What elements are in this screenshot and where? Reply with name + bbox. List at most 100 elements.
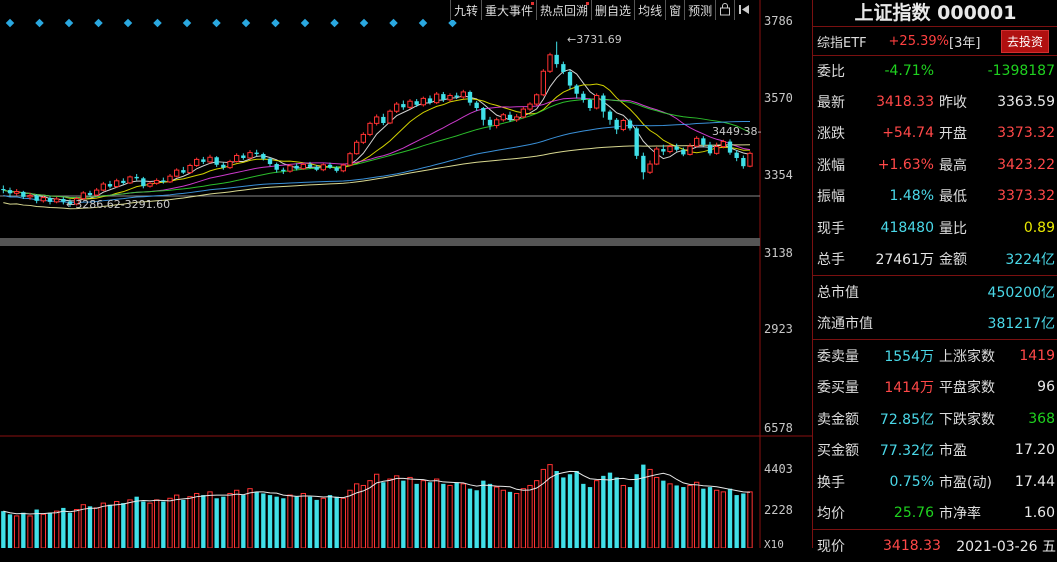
quote-row: 涨幅 +1.63% 最高 3423.22	[813, 149, 1057, 181]
volume-bar	[134, 496, 139, 548]
volume-bar	[474, 490, 479, 548]
remove-watchlist-button[interactable]: 删自选	[591, 0, 634, 20]
footer-row: 现价 3418.33 2021-03-26 五	[813, 530, 1057, 562]
candle-body	[347, 153, 353, 166]
quote-value: 418480	[880, 219, 934, 236]
candle-body	[747, 152, 753, 167]
candle-body	[167, 175, 173, 183]
volume-bar	[447, 484, 453, 548]
volume-bar	[687, 484, 693, 548]
moving-average-button[interactable]: 均线	[634, 0, 665, 20]
volume-bar	[514, 492, 520, 548]
volume-bar	[527, 484, 533, 548]
current-annotation: 3449.38-	[712, 125, 762, 138]
forecast-button[interactable]: 预测	[684, 0, 715, 20]
breadth-value: 1414万	[884, 380, 934, 397]
volume-bar	[181, 499, 186, 548]
breadth-value: 0.75%	[889, 473, 934, 490]
volume-bar	[247, 488, 253, 548]
candle-body	[201, 159, 206, 162]
candle-body	[494, 119, 500, 126]
candle-body	[467, 91, 473, 103]
volume-bar	[267, 495, 273, 548]
event-marker-icon	[182, 18, 192, 28]
quote-label: 总手	[817, 252, 845, 269]
volume-bar	[194, 492, 200, 548]
breadth-value: 72.85亿	[879, 411, 934, 428]
volume-bar	[454, 482, 459, 548]
volume-bar	[214, 498, 219, 548]
candle-body	[354, 141, 360, 155]
jiuzhuan-button[interactable]: 九转	[450, 0, 481, 20]
step-back-icon[interactable]	[734, 0, 753, 20]
candlestick-chart[interactable]	[0, 0, 812, 548]
breadth-value: 368	[1028, 410, 1055, 427]
breadth-label: 买金额	[817, 443, 859, 460]
volume-tick: 2228	[764, 503, 793, 517]
etf-name: 综指ETF	[817, 35, 867, 51]
kline-chart-area[interactable]: 九转 重大事件 热点回溯 删自选 均线 窗 预测 3786 3570 3354 …	[0, 0, 812, 551]
breadth-row: 换手 0.75% 市盈(动) 17.44	[813, 466, 1057, 498]
event-marker-icon	[389, 18, 398, 28]
candle-body	[594, 95, 600, 109]
volume-bar	[494, 486, 500, 548]
breadth-label: 市净率	[939, 506, 981, 523]
volume-bar	[381, 482, 386, 548]
volume-bar	[420, 480, 426, 548]
volume-bar	[174, 494, 180, 548]
quote-label: 现手	[817, 220, 845, 237]
candle-body	[27, 194, 33, 198]
quote-row: 委比 -4.71% -1398187	[813, 56, 1057, 86]
volume-bar	[367, 480, 373, 548]
volume-bar	[441, 483, 446, 548]
candle-body	[161, 180, 166, 182]
candle-body	[34, 195, 39, 201]
invest-button[interactable]: 去投资	[1001, 29, 1050, 53]
volume-bar	[314, 499, 319, 548]
candle-body	[381, 116, 386, 124]
event-marker-icon	[35, 18, 44, 28]
candle-body	[307, 164, 313, 167]
quote-label: 涨跌	[817, 126, 845, 143]
candle-body	[254, 152, 259, 155]
event-marker-icon	[330, 18, 339, 28]
volume-bar	[707, 487, 713, 548]
breadth-row: 委买量 1414万 平盘家数 96	[813, 372, 1057, 404]
candle-body	[481, 108, 486, 120]
window-button[interactable]: 窗	[665, 0, 684, 20]
candle-body	[360, 133, 366, 143]
volume-bar	[427, 482, 433, 548]
volume-bar	[167, 497, 173, 548]
candle-body	[227, 161, 233, 169]
quote-value: 3363.59	[997, 93, 1055, 110]
candle-body	[234, 154, 240, 163]
candle-body	[661, 149, 666, 152]
breadth-label: 上涨家数	[939, 348, 995, 365]
volume-bar	[281, 498, 286, 548]
market-value-label: 流通市值	[817, 316, 873, 333]
quote-row: 现手 418480 量比 0.89	[813, 212, 1057, 244]
major-events-button[interactable]: 重大事件	[481, 0, 536, 20]
market-value-value: 381217亿	[987, 316, 1055, 333]
quote-value: -4.71%	[884, 63, 934, 79]
candle-body	[434, 93, 440, 104]
footer-label: 现价	[817, 538, 845, 555]
volume-bar	[594, 480, 600, 548]
price-tick: 3786	[764, 14, 793, 28]
breadth-label: 下跌家数	[939, 411, 995, 428]
candle-body	[561, 64, 566, 72]
candle-body	[221, 164, 226, 168]
quote-label: 量比	[939, 220, 967, 237]
event-marker-icon	[359, 18, 369, 28]
quote-row: 涨跌 +54.74 开盘 3373.32	[813, 118, 1057, 150]
lock-icon[interactable]	[715, 0, 734, 20]
quote-value: 1.48%	[889, 188, 934, 205]
candle-body	[460, 91, 466, 98]
volume-bar	[61, 507, 66, 548]
hot-review-button[interactable]: 热点回溯	[536, 0, 591, 20]
volume-unit: X10	[764, 538, 784, 551]
volume-bar	[287, 494, 293, 548]
candle-body	[500, 114, 506, 121]
candle-body	[294, 165, 299, 169]
candle-body	[587, 99, 593, 109]
